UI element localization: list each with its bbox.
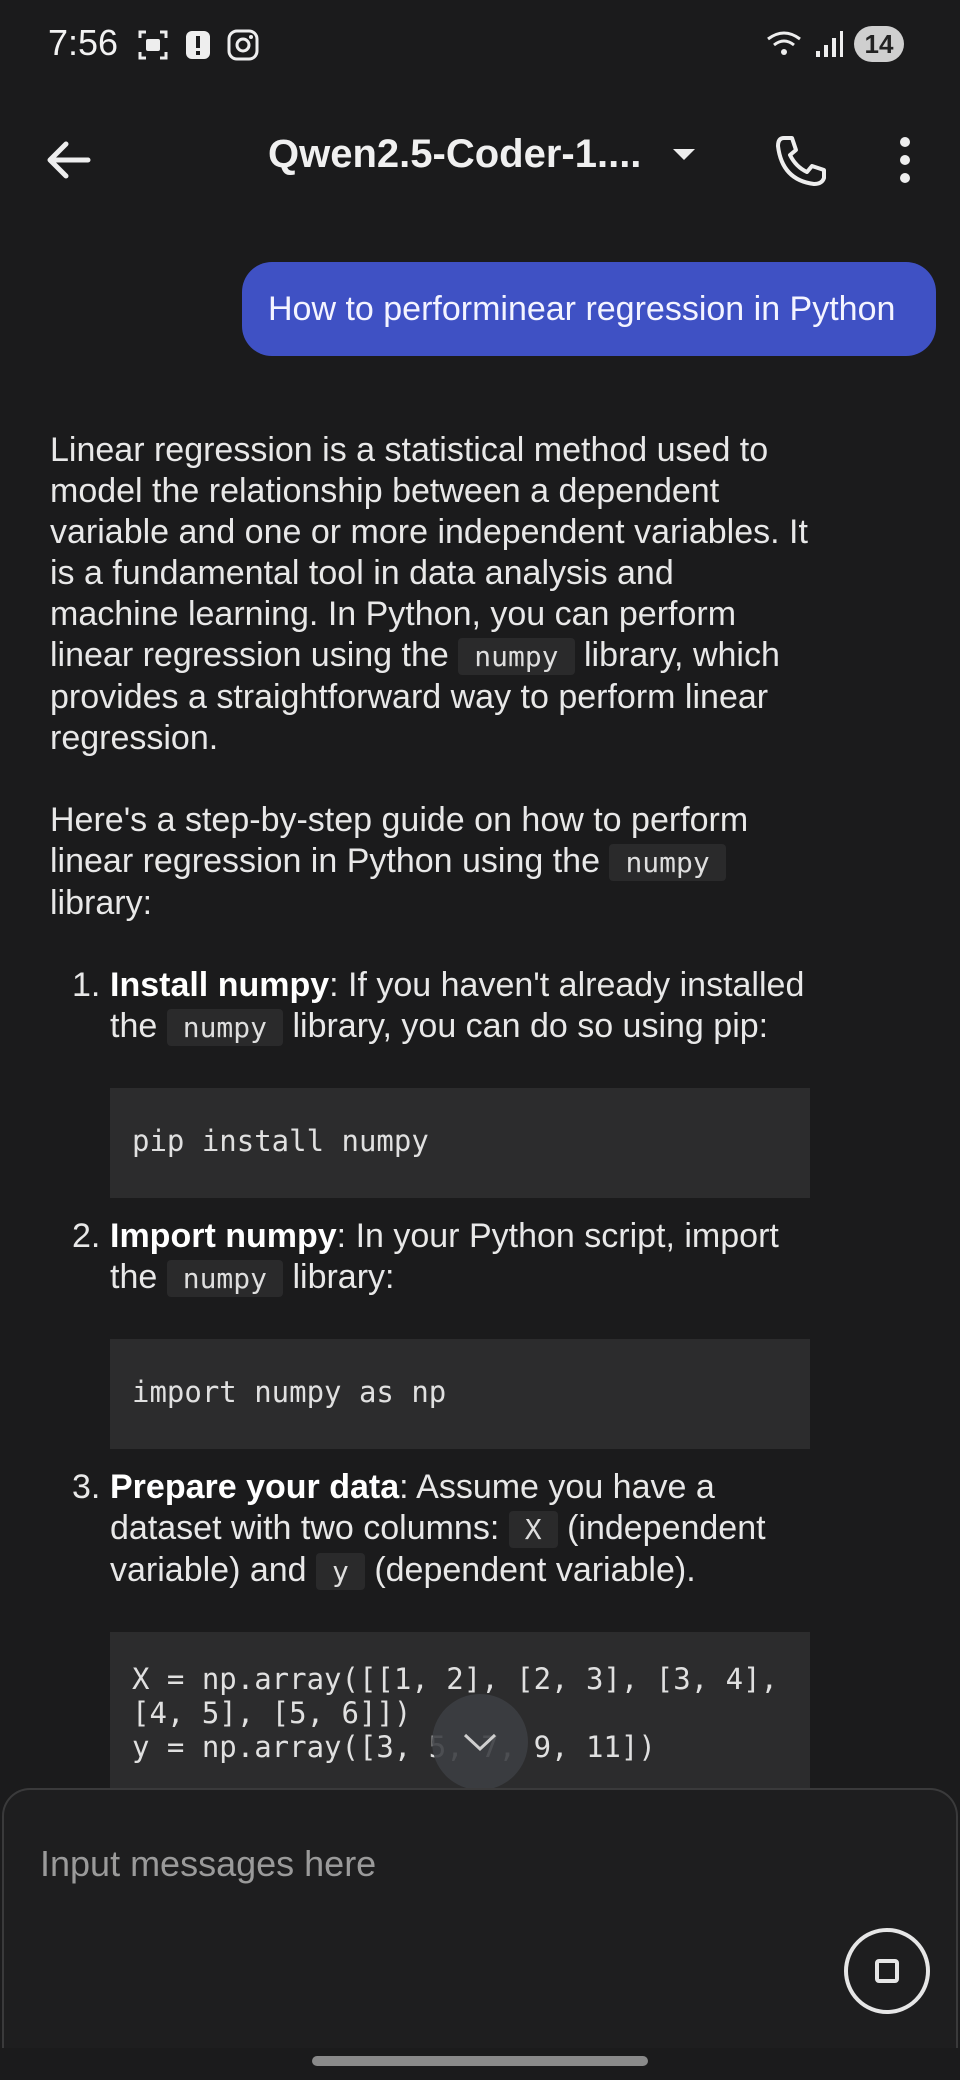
chevron-down-icon — [673, 148, 696, 160]
list-item: 3. Prepare your data: Assume you have a … — [72, 1468, 766, 1590]
message-input[interactable] — [40, 1834, 740, 1894]
phone-icon — [776, 136, 826, 186]
battery-indicator: 14 — [854, 26, 904, 62]
code-block[interactable]: pip install numpy — [110, 1088, 810, 1198]
response-paragraph: Here's a step-by-step guide on how to pe… — [50, 801, 749, 922]
inline-code: X — [508, 1511, 558, 1548]
input-panel — [2, 1788, 958, 2048]
model-title: Qwen2.5-Coder-1.... — [268, 132, 642, 176]
status-icons-right: 14 — [764, 26, 904, 62]
more-vert-icon — [900, 137, 910, 183]
response-paragraph: Linear regression is a statistical metho… — [50, 431, 808, 757]
stop-button[interactable] — [844, 1928, 930, 2014]
status-icons-left — [136, 28, 260, 62]
user-message-bubble: How to performinear regression in Python — [242, 262, 936, 356]
stop-icon — [875, 1959, 899, 1983]
code-block[interactable]: import numpy as np — [110, 1339, 810, 1449]
chevron-down-icon — [463, 1733, 497, 1752]
status-time: 7:56 — [48, 22, 119, 63]
status-bar: 7:56 14 — [0, 0, 960, 90]
list-item: 1. Install numpy: If you haven't already… — [72, 966, 805, 1046]
back-arrow-icon — [47, 141, 91, 179]
scroll-to-bottom-button[interactable] — [432, 1694, 528, 1790]
back-button[interactable] — [40, 130, 100, 190]
inline-code: numpy — [609, 844, 726, 881]
home-indicator[interactable] — [312, 2056, 648, 2066]
inline-code: y — [316, 1553, 365, 1590]
model-selector[interactable]: Qwen2.5-Coder-1.... — [268, 132, 697, 177]
inline-code: numpy — [166, 1260, 284, 1297]
more-options-button[interactable] — [880, 130, 930, 190]
inline-code: numpy — [166, 1009, 284, 1046]
list-item: 2. Import numpy: In your Python script, … — [72, 1217, 779, 1297]
screenshot-icon — [138, 30, 168, 60]
app-bar: Qwen2.5-Coder-1.... — [0, 110, 960, 200]
assistant-response: Linear regression is a statistical metho… — [50, 430, 810, 1794]
alert-icon — [186, 31, 210, 59]
instagram-icon — [227, 29, 259, 61]
wifi-icon — [767, 31, 801, 55]
call-button[interactable] — [770, 130, 830, 190]
inline-code: numpy — [458, 638, 575, 675]
signal-icon — [816, 31, 843, 57]
